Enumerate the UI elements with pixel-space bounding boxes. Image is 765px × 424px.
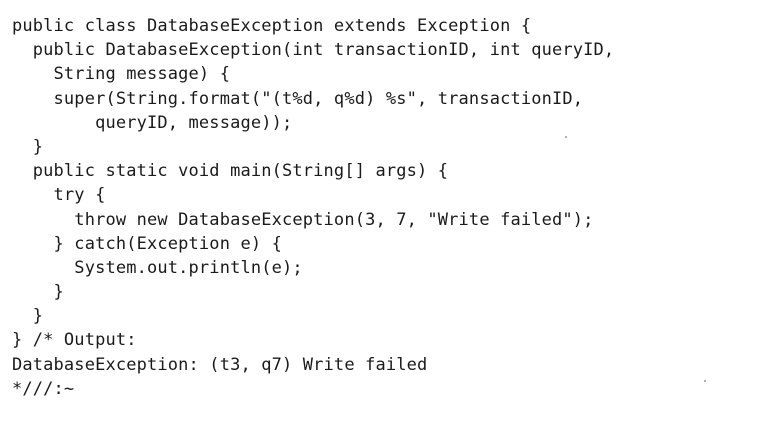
code-line: } xyxy=(12,136,44,157)
code-line: *///:~ xyxy=(12,378,75,399)
code-line: } xyxy=(12,306,44,327)
code-line: } /* Output: xyxy=(12,330,137,351)
scan-speck xyxy=(565,136,567,138)
code-line: public class DatabaseException extends E… xyxy=(12,16,532,36)
code-line: } xyxy=(12,282,64,303)
code-line: public DatabaseException(int transaction… xyxy=(12,40,615,61)
code-line: public static void main(String[] args) { xyxy=(12,161,449,182)
code-listing: public class DatabaseException extends E… xyxy=(12,14,757,401)
code-line: } catch(Exception e) { xyxy=(12,233,283,254)
code-line: String message) { xyxy=(12,64,231,85)
code-line: super(String.format("(t%d, q%d) %s", tra… xyxy=(12,88,584,109)
code-line: try { xyxy=(12,185,106,206)
code-line: DatabaseException: (t3, q7) Write failed xyxy=(12,354,428,375)
code-line: System.out.println(e); xyxy=(12,257,303,278)
scan-speck xyxy=(704,380,706,382)
code-line: throw new DatabaseException(3, 7, "Write… xyxy=(12,209,594,230)
code-line: queryID, message)); xyxy=(12,112,293,133)
